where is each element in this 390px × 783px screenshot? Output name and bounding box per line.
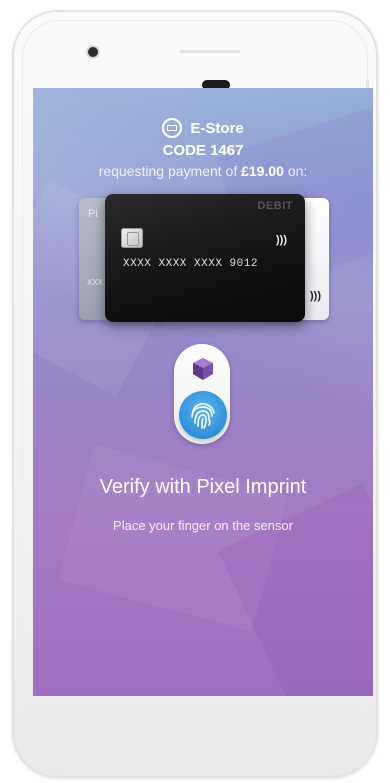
top-slot — [180, 50, 240, 53]
card-type-label: DEBIT — [257, 200, 293, 212]
chip-icon — [121, 228, 143, 248]
store-icon — [162, 118, 183, 138]
payment-amount: £19.00 — [241, 163, 284, 179]
merchant-name: E-Store — [190, 119, 244, 137]
gem-icon — [191, 357, 215, 381]
front-camera — [88, 47, 98, 57]
card-number: XXXX XXXX XXXX 9012 — [123, 258, 258, 270]
selected-card[interactable]: DEBIT ))) XXXX XXXX XXXX 9012 — [105, 194, 305, 322]
card-alt-left-label: Pi — [88, 208, 98, 220]
request-prefix: requesting payment of — [98, 163, 242, 179]
request-suffix: on: — [283, 163, 308, 179]
verify-subtitle: Place your finger on the sensor — [113, 518, 293, 533]
payment-screen: E-Store CODE 1467 requesting payment of … — [33, 88, 373, 696]
payment-code: CODE 1467 — [162, 142, 244, 159]
card-alt-left-number: XXX — [87, 278, 104, 287]
contactless-icon: ))) — [276, 234, 287, 246]
merchant-row: E-Store — [33, 118, 373, 138]
payment-request: requesting payment of £19.00 on: — [33, 163, 373, 179]
contactless-icon: ))) — [310, 290, 321, 302]
verify-title: Verify with Pixel Imprint — [99, 476, 307, 498]
payment-header: E-Store CODE 1467 requesting payment of … — [33, 118, 373, 179]
fingerprint-sensor[interactable] — [179, 391, 227, 439]
fingerprint-icon — [191, 402, 215, 429]
